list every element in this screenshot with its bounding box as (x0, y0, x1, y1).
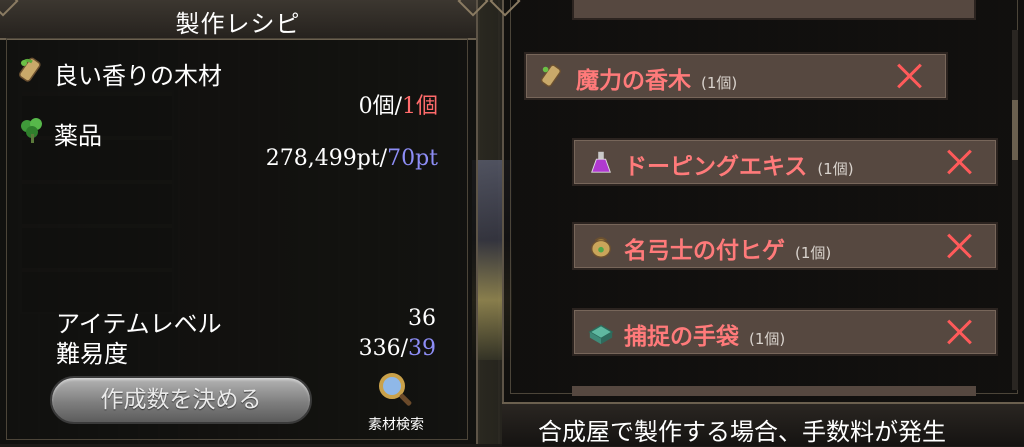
recipe-name-row: ドーピングエキス (1個) (624, 147, 854, 181)
material-row-herb: 薬品 278,499pt/70pt (18, 116, 438, 178)
recipe-row[interactable]: 捕捉の手袋 (1個) (572, 308, 998, 356)
recipe-name: 名弓士の付ヒゲ (624, 238, 785, 264)
item-level-value: 36 (408, 306, 436, 331)
material-search-label: 素材検索 (368, 417, 424, 433)
material-count: 278,499pt/70pt (266, 146, 438, 171)
material-name: 良い香りの木材 (54, 62, 222, 90)
footer-notice: 合成屋で製作する場合、手数料が発生 (502, 402, 1024, 446)
scrollbar-track[interactable] (1012, 30, 1018, 390)
difficulty-label: 難易度 (56, 340, 128, 368)
recipe-name: 捕捉の手袋 (624, 324, 739, 350)
recipe-panel-header: 製作レシピ (0, 0, 476, 40)
recipe-qty: (1個) (817, 160, 854, 178)
decide-quantity-button[interactable]: 作成数を決める (50, 376, 312, 424)
close-icon[interactable] (946, 232, 974, 260)
recipe-name-row: 魔力の香木 (1個) (576, 61, 737, 95)
wood-icon (18, 57, 41, 82)
close-icon[interactable] (896, 62, 924, 90)
recipe-name: 魔力の香木 (576, 68, 691, 94)
difficulty-need: 39 (408, 336, 436, 361)
difficulty-have: 336 (358, 336, 401, 361)
recipe-row[interactable]: ドーピングエキス (1個) (572, 138, 998, 186)
material-search-button[interactable]: 素材検索 (356, 372, 436, 436)
material-need: 70pt (387, 146, 438, 171)
recipe-qty: (1個) (795, 244, 832, 262)
close-icon[interactable] (946, 148, 974, 176)
recipe-qty: (1個) (701, 74, 738, 92)
difficulty-value: 336/39 (359, 336, 436, 361)
panel-title: 製作レシピ (175, 10, 301, 38)
material-have: 278,499pt (265, 146, 380, 171)
recipe-row[interactable]: 名弓士の付ヒゲ (1個) (572, 222, 998, 270)
box-icon (588, 324, 614, 345)
recipe-row[interactable]: 魔力の香木 (1個) (524, 52, 948, 100)
wood-icon (540, 64, 561, 87)
recipe-row-partial (572, 0, 976, 20)
recipe-panel: 製作レシピ 良い香りの木材 0個/1個 薬品 278,499pt/70pt アイ… (0, 0, 489, 444)
potion-icon (591, 151, 611, 173)
recipe-row-partial (572, 386, 976, 396)
pouch-icon (591, 237, 611, 258)
recipe-name-row: 捕捉の手袋 (1個) (624, 317, 785, 351)
close-icon[interactable] (946, 318, 974, 346)
herb-icon (21, 118, 42, 143)
magnifier-icon (379, 373, 412, 406)
count-separator: / (400, 336, 408, 361)
scrollbar-thumb[interactable] (1012, 100, 1018, 160)
count-separator: / (379, 146, 388, 171)
recipe-qty: (1個) (749, 330, 786, 348)
material-name: 薬品 (54, 122, 102, 150)
recipe-name: ドーピングエキス (624, 154, 808, 180)
recipe-name-row: 名弓士の付ヒゲ (1個) (624, 231, 831, 265)
fee-notice-text: 合成屋で製作する場合、手数料が発生 (538, 418, 946, 446)
